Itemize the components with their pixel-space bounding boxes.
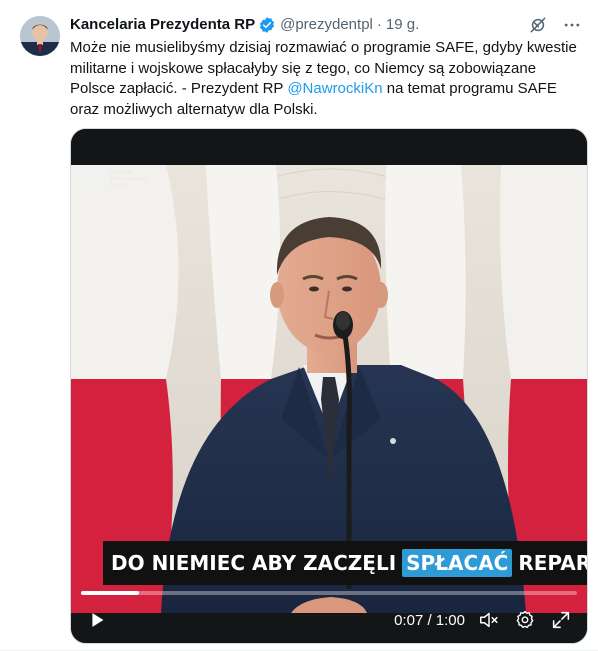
- subtitle-text: REPARACJE: [518, 551, 587, 575]
- tweet-header: Kancelaria Prezydenta RP @prezydentpl · …: [70, 14, 582, 36]
- fullscreen-icon[interactable]: [547, 606, 575, 634]
- right-controls: [475, 606, 575, 634]
- video-player[interactable]: RP Prezydent Rzeczypospolitej Polskiej D…: [70, 128, 588, 644]
- mention-link[interactable]: @NawrockiKn: [287, 80, 382, 97]
- broadcaster-logo: RP Prezydent Rzeczypospolitej Polskiej: [79, 161, 171, 197]
- subtitle-text: DO NIEMIEC ABY ZACZĘLI: [111, 551, 397, 575]
- tweet[interactable]: Kancelaria Prezydenta RP @prezydentpl · …: [0, 0, 598, 651]
- logo-mark: RP: [79, 165, 107, 192]
- verified-icon: [258, 16, 276, 34]
- video-subtitle: DO NIEMIEC ABY ZACZĘLI SPŁACAĆ REPARACJE: [103, 541, 587, 585]
- grok-icon[interactable]: [528, 15, 548, 35]
- tweet-text-line: oraz możliwych alternatyw dla Polski.: [70, 100, 318, 118]
- logo-text-line: Rzeczypospolitej: [110, 175, 149, 182]
- tweet-text-segment: Polsce zapłacić. - Prezydent RP: [70, 80, 288, 97]
- progress-bar[interactable]: [81, 591, 577, 595]
- author-handle[interactable]: @prezydentpl: [280, 15, 373, 35]
- time-display: 0:07 / 1:00: [394, 611, 465, 629]
- tweet-text-line: militarne i wojskowe spłacałyby się z te…: [70, 59, 537, 77]
- avatar[interactable]: [20, 16, 60, 56]
- settings-icon[interactable]: [511, 606, 539, 634]
- more-icon[interactable]: [562, 15, 582, 35]
- tweet-text-line: Polsce zapłacić. - Prezydent RP @Nawrock…: [70, 79, 582, 100]
- mute-icon[interactable]: [475, 606, 503, 634]
- progress-fill: [81, 591, 140, 595]
- video-controls: 0:07 / 1:00: [71, 597, 587, 643]
- logo-text: Prezydent Rzeczypospolitej Polskiej: [110, 169, 158, 190]
- logo-text-line: Prezydent: [110, 168, 133, 175]
- separator-dot: ·: [376, 16, 382, 33]
- tweet-text: Może nie musielibyśmy dzisiaj rozmawiać …: [70, 38, 582, 120]
- author-name[interactable]: Kancelaria Prezydenta RP: [70, 15, 255, 35]
- logo-text-line: Polskiej: [110, 182, 129, 189]
- tweet-text-line: Może nie musielibyśmy dzisiaj rozmawiać …: [70, 39, 577, 56]
- tweet-text-segment: na temat programu SAFE: [382, 80, 557, 97]
- play-icon[interactable]: [83, 606, 111, 634]
- subtitle-highlight: SPŁACAĆ: [402, 549, 513, 577]
- tweet-time[interactable]: 19 g.: [386, 15, 419, 35]
- header-actions: [528, 14, 582, 36]
